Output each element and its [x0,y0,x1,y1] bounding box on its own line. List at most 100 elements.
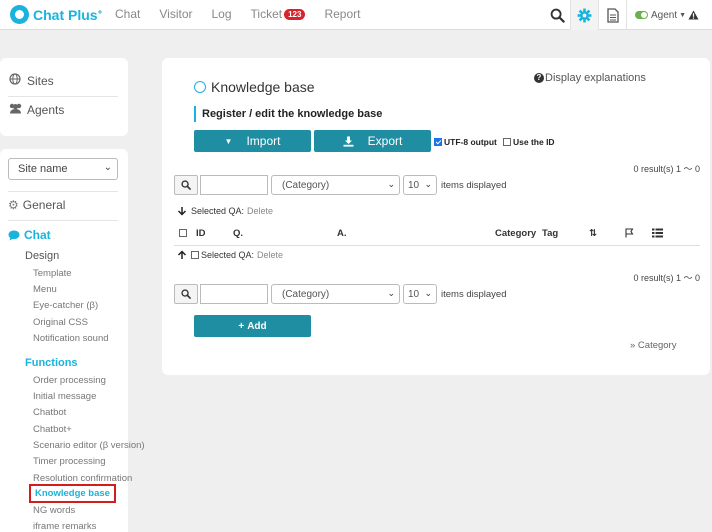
menu-chatbot-plus[interactable]: Chatbot+ [33,424,72,435]
col-a[interactable]: A. [337,228,347,239]
search-bar: (Category) ⌄ 10 ⌄ items displayed [174,175,506,195]
col-q[interactable]: Q. [233,228,243,239]
menu-order-processing[interactable]: Order processing [33,375,106,386]
category-select[interactable]: (Category) ⌄ [271,175,400,195]
menu-chat[interactable]: Chat [8,228,51,242]
use-id-option[interactable]: Use the ID [503,137,555,147]
menu-knowledge-base[interactable]: Knowledge base [29,484,116,503]
menu-menu[interactable]: Menu [33,284,57,295]
use-id-checkbox[interactable] [503,138,511,146]
select-all-bottom-checkbox[interactable] [191,251,199,259]
menu-functions[interactable]: Functions [25,357,78,369]
circle-icon [194,81,206,93]
table-header: ID Q. A. Category Tag ⇅ [174,224,700,246]
question-icon: ? [534,73,544,83]
menu-original-css[interactable]: Original CSS [33,317,88,328]
settings-menu-panel: Site name ⌄ ⚙ General Chat Design Templa… [0,149,145,532]
chevron-down-icon: ⌄ [387,288,395,298]
chevron-down-icon: ⌄ [424,288,432,298]
logo-icon [10,5,29,24]
gears-icon: ⚙ [8,198,19,212]
chevron-down-icon: ⌄ [387,179,395,189]
utf8-checkbox[interactable] [434,138,442,146]
chat-plus-logo[interactable]: Chat Plus+ [10,5,102,24]
search-icon [550,8,565,23]
col-id[interactable]: ID [196,228,206,239]
col-tag[interactable]: Tag [542,228,558,239]
result-count: 0 result(s) 1 ～ 0 [633,164,700,174]
menu-template[interactable]: Template [33,268,72,279]
status-toggle[interactable] [635,11,648,19]
per-page-select[interactable]: 10 ⌄ [403,175,437,195]
gear-icon [577,8,592,22]
display-explanations-link[interactable]: ? Display explanations [534,72,646,84]
search-bar-bottom: (Category) ⌄ 10 ⌄ items displayed [174,284,506,304]
result-count-bottom: 0 result(s) 1 ～ 0 [633,273,700,283]
search-input[interactable] [200,284,268,304]
caret-down-icon: ▼ [679,11,687,19]
list-settings-icon[interactable] [652,228,663,241]
per-page-select[interactable]: 10 ⌄ [403,284,437,304]
ticket-count-badge: 123 [284,9,306,20]
search-button[interactable] [174,175,198,195]
divider [8,191,118,192]
menu-initial-message[interactable]: Initial message [33,391,96,402]
sort-icon[interactable]: ⇅ [589,228,597,239]
page-title: Knowledge base [194,79,315,95]
utf8-output-option[interactable]: UTF-8 output [434,137,497,147]
agent-status-menu[interactable]: Agent ▼ [626,0,712,30]
delete-selected-link[interactable]: Delete [247,206,273,216]
selected-qa-bar-bottom: Selected QA: Delete [177,250,283,260]
arrow-up-icon [177,250,187,259]
chevron-down-icon: ▼ [224,136,233,146]
users-icon [8,103,22,117]
main-nav: Chat Visitor Log Ticket 123 Report [115,7,379,21]
menu-resolution-confirmation[interactable]: Resolution confirmation [33,473,132,484]
globe-icon [8,73,22,88]
category-select[interactable]: (Category) ⌄ [271,284,400,304]
chevron-down-icon: ⌄ [424,179,432,189]
menu-chatbot[interactable]: Chatbot [33,407,66,418]
nav-chat[interactable]: Chat [115,7,140,21]
top-bar: Chat Plus+ Chat Visitor Log Ticket 123 Re… [0,0,712,30]
divider [8,220,118,221]
chevron-down-icon: ⌄ [103,162,112,173]
nav-ticket[interactable]: Ticket 123 [251,7,306,21]
select-all-checkbox[interactable] [179,228,189,239]
account-panel: Sites Agents [0,58,128,136]
export-button[interactable]: Export [314,130,431,152]
menu-scenario-editor[interactable]: Scenario editor (β version) [33,440,145,451]
knowledge-base-panel: Knowledge base ? Display explanations Re… [162,58,710,375]
search-button[interactable] [544,0,570,30]
search-button[interactable] [174,284,198,304]
nav-report[interactable]: Report [324,7,360,21]
download-icon [343,136,354,147]
settings-button[interactable] [570,0,598,30]
import-button[interactable]: ▼ Import [194,130,311,152]
menu-ng-words[interactable]: NG words [33,505,75,516]
search-icon [181,289,191,299]
section-title: Register / edit the knowledge base [194,106,382,122]
document-icon [606,7,619,23]
search-input[interactable] [200,175,268,195]
col-category[interactable]: Category [495,228,536,239]
menu-design[interactable]: Design [25,250,59,262]
document-button[interactable] [598,0,626,30]
add-button[interactable]: + Add [194,315,311,337]
nav-visitor[interactable]: Visitor [159,7,192,21]
sidebar-item-agents[interactable]: Agents [8,103,64,117]
menu-notification-sound[interactable]: Notification sound [33,333,109,344]
flag-icon[interactable] [625,228,634,241]
site-select[interactable]: Site name ⌄ [8,158,118,180]
menu-general[interactable]: ⚙ General [8,198,65,212]
search-icon [181,180,191,190]
warning-icon [688,10,699,20]
nav-log[interactable]: Log [211,7,231,21]
menu-iframe-remarks[interactable]: iframe remarks [33,521,96,532]
category-link[interactable]: » Category [630,340,676,351]
menu-eye-catcher[interactable]: Eye-catcher (β) [33,300,98,311]
menu-timer-processing[interactable]: Timer processing [33,456,106,467]
sidebar-item-sites[interactable]: Sites [8,73,54,88]
delete-selected-link-bottom[interactable]: Delete [257,250,283,260]
arrow-down-icon [177,207,187,216]
